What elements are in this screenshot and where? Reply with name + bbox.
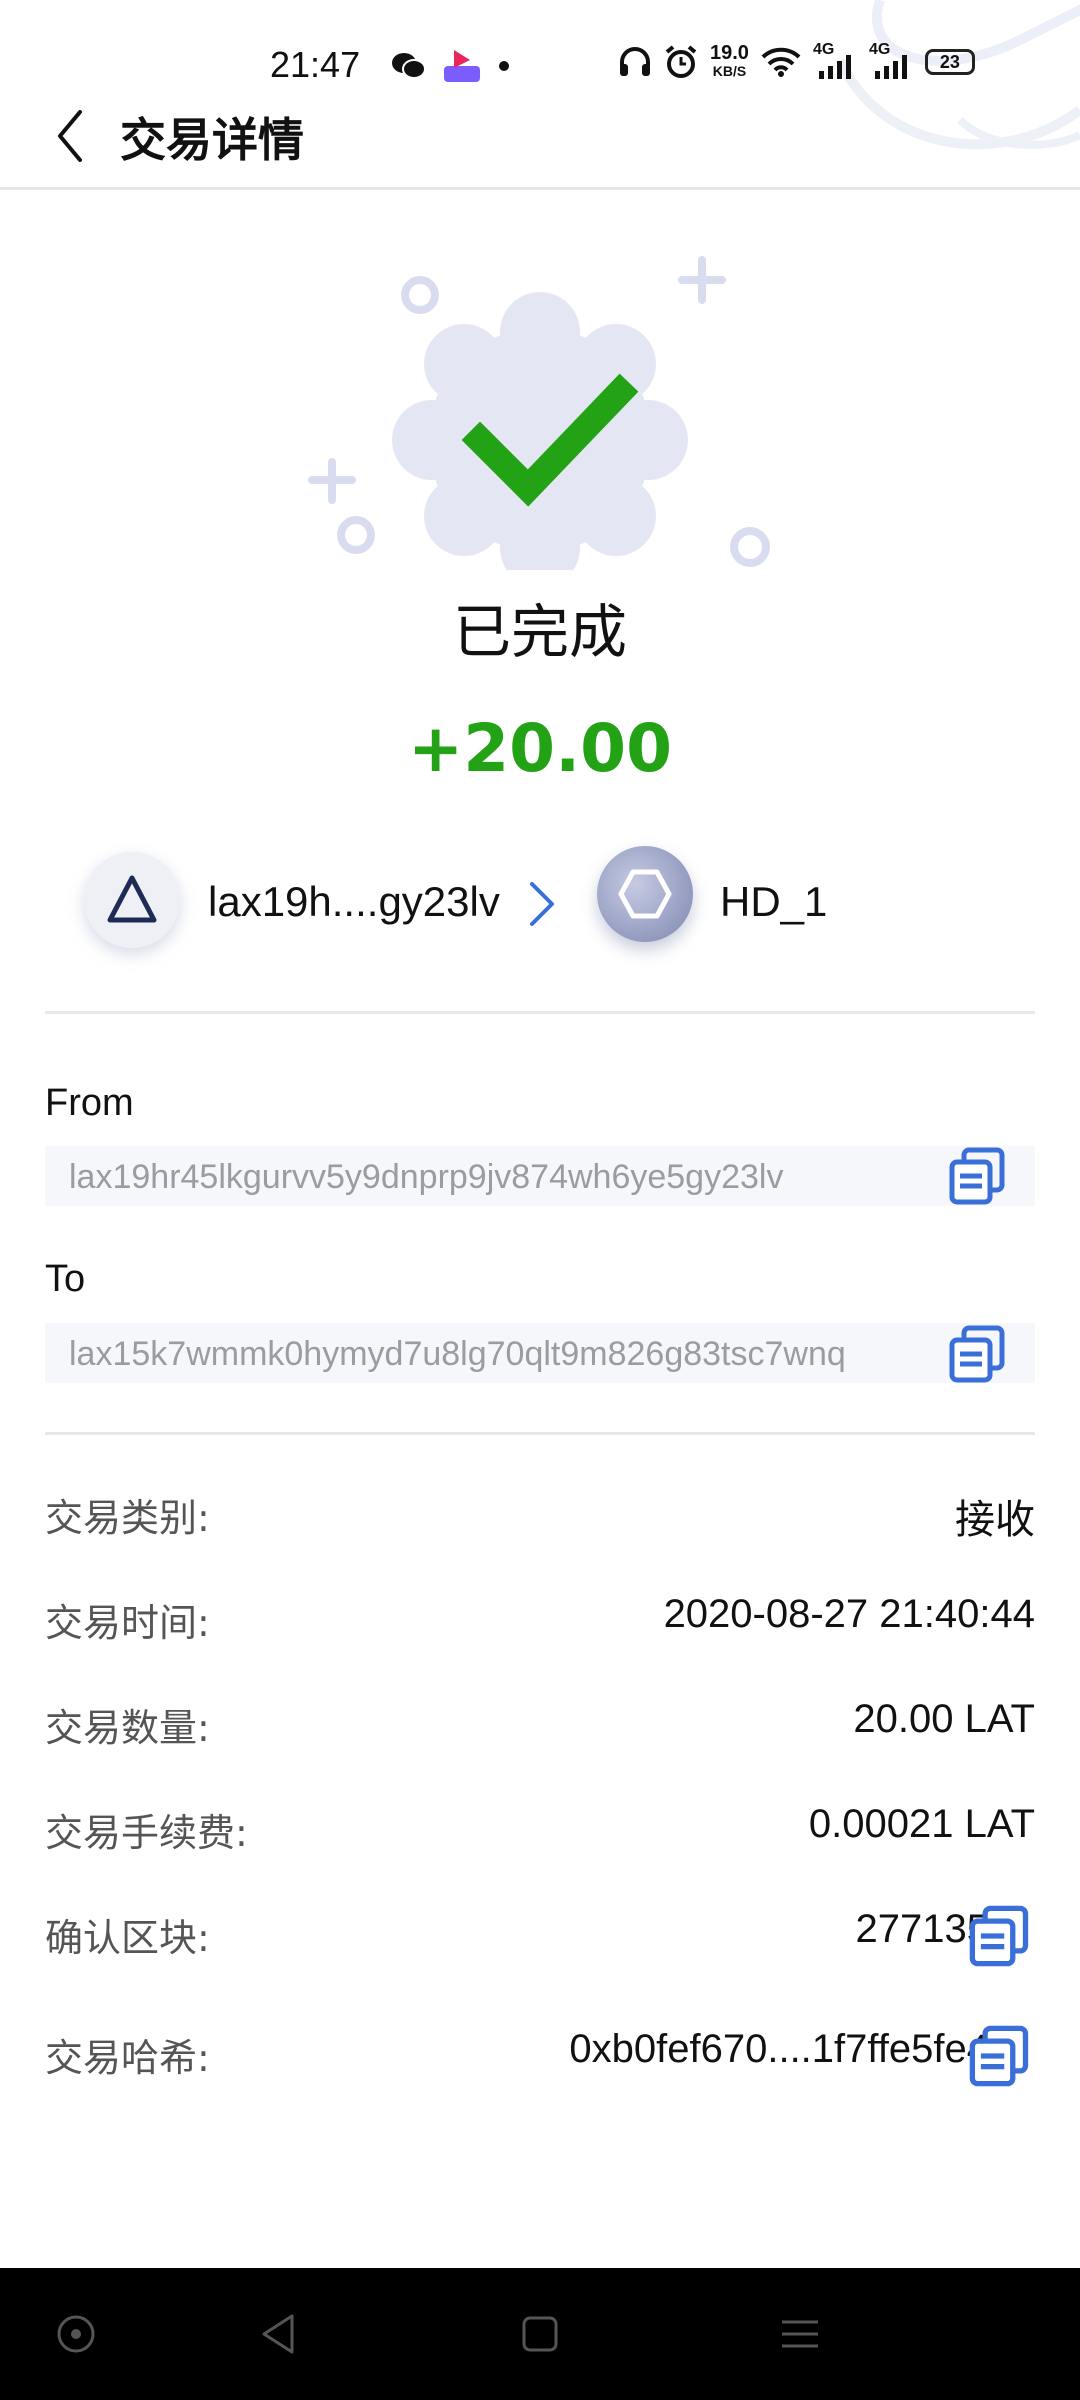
signal-icon: 4G: [869, 41, 913, 79]
transaction-amount: +20.00: [407, 710, 673, 787]
chevron-right-icon: [530, 882, 554, 926]
menu-lines-icon[interactable]: [770, 2304, 830, 2364]
to-address: lax15k7wmmk0hymyd7u8lg70qlt9m826g83tsc7w…: [69, 1335, 846, 1373]
to-wallet-name: HD_1: [720, 878, 828, 925]
detail-label: 交易数量:: [45, 1706, 210, 1750]
detail-value: 0.00021 LAT: [808, 1802, 1035, 1846]
recents-square-icon[interactable]: [510, 2304, 570, 2364]
alarm-icon: [665, 45, 697, 78]
detail-label: 交易类别:: [45, 1496, 210, 1540]
detail-value: 20.00 LAT: [853, 1697, 1035, 1741]
battery-icon: 23: [924, 49, 975, 75]
network-speed: 19.0 KB/S: [710, 42, 749, 79]
detail-row-fee: 交易手续费: 0.00021 LAT: [45, 1802, 1035, 1862]
divider: [45, 1011, 1035, 1014]
detail-row-time: 交易时间: 2020-08-27 21:40:44: [45, 1592, 1035, 1652]
transfer-summary: lax19h....gy23lv HD_1: [0, 840, 1080, 960]
back-triangle-icon[interactable]: [250, 2304, 310, 2364]
copy-hash-button[interactable]: [966, 2022, 1034, 2090]
to-label: To: [45, 1258, 86, 1300]
detail-label: 交易手续费:: [45, 1811, 248, 1855]
triangle-wallet-icon: [107, 875, 157, 923]
detail-value: 接收: [955, 1498, 1035, 1542]
detail-label: 交易时间:: [45, 1601, 210, 1645]
detail-label: 确认区块:: [45, 1916, 210, 1960]
back-button[interactable]: [44, 100, 104, 170]
copy-to-address-button[interactable]: [946, 1322, 1010, 1386]
from-address-field: lax19hr45lkgurvv5y9dnprp9jv874wh6ye5gy23…: [45, 1146, 1035, 1206]
from-label: From: [45, 1082, 134, 1124]
wechat-icon: [392, 53, 426, 79]
dot-icon: [499, 61, 509, 71]
from-wallet-name: lax19h....gy23lv: [208, 878, 500, 925]
copy-block-button[interactable]: [966, 1902, 1034, 1970]
detail-row-hash: 交易哈希: 0xb0fef670....1f7ffe5fe4: [45, 2027, 1035, 2087]
status-time: 21:47: [270, 44, 361, 85]
transaction-status: 已完成: [452, 598, 627, 666]
check-badge-icon: [308, 256, 770, 570]
to-address-field: lax15k7wmmk0hymyd7u8lg70qlt9m826g83tsc7w…: [45, 1323, 1035, 1383]
transaction-detail-page: 21:47 19.0 KB/S 4G 4G 23 交易详情 已完成 +20.00…: [0, 0, 1080, 2400]
signal-icon: 4G: [813, 41, 857, 79]
header: 交易详情: [0, 90, 1080, 190]
wifi-icon: [761, 47, 801, 77]
divider: [45, 1432, 1035, 1435]
headset-icon: [620, 47, 650, 76]
hexagon-wallet-icon: [618, 869, 672, 919]
detail-value: 0xb0fef670....1f7ffe5fe4: [569, 2027, 989, 2071]
app-notification-icon: [444, 50, 480, 82]
detail-row-block: 确认区块: 277135: [45, 1907, 1035, 1967]
from-address: lax19hr45lkgurvv5y9dnprp9jv874wh6ye5gy23…: [69, 1158, 784, 1196]
copy-from-address-button[interactable]: [946, 1144, 1010, 1208]
from-wallet-avatar: [84, 852, 180, 948]
status-notification-icons: [390, 48, 510, 84]
status-system-icons: 19.0 KB/S 4G 4G 23: [618, 41, 975, 80]
detail-row-type: 交易类别: 接收: [45, 1487, 1035, 1547]
system-nav-bar: [0, 2268, 1080, 2400]
detail-label: 交易哈希:: [45, 2036, 210, 2080]
home-circle-icon[interactable]: [46, 2304, 106, 2364]
to-wallet-avatar: [597, 846, 693, 942]
page-title: 交易详情: [120, 113, 304, 167]
detail-value: 2020-08-27 21:40:44: [663, 1592, 1035, 1636]
detail-row-quantity: 交易数量: 20.00 LAT: [45, 1697, 1035, 1757]
